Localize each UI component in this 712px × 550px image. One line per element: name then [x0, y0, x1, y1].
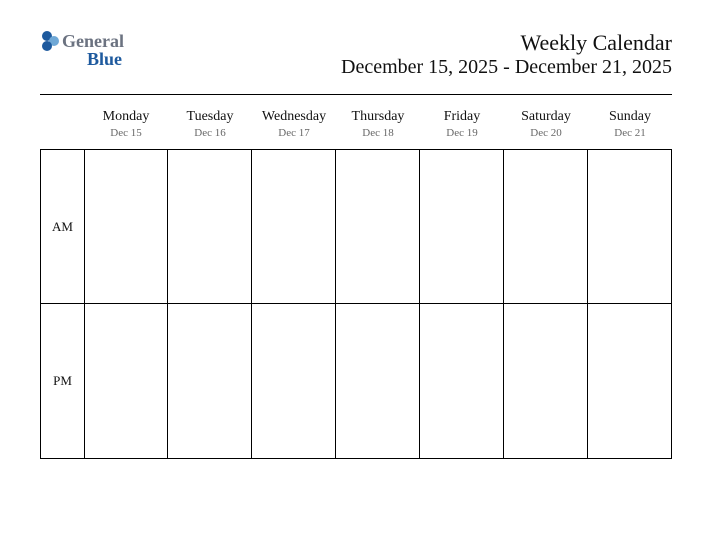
logo-text-top: General — [62, 32, 124, 50]
day-date: Dec 21 — [588, 127, 672, 139]
cell-pm-mon — [84, 304, 168, 459]
day-date: Dec 19 — [420, 127, 504, 139]
cell-pm-sun — [588, 304, 672, 459]
day-name: Sunday — [588, 109, 672, 125]
day-name: Wednesday — [252, 109, 336, 125]
day-name: Thursday — [336, 109, 420, 125]
cell-pm-sat — [504, 304, 588, 459]
col-header-sunday: Sunday Dec 21 — [588, 103, 672, 149]
col-header-friday: Friday Dec 19 — [420, 103, 504, 149]
col-header-tuesday: Tuesday Dec 16 — [168, 103, 252, 149]
divider — [40, 94, 672, 95]
row-label-am: AM — [40, 149, 84, 304]
cell-am-sun — [588, 149, 672, 304]
calendar-grid: Monday Dec 15 Tuesday Dec 16 Wednesday D… — [40, 103, 672, 459]
day-date: Dec 16 — [168, 127, 252, 139]
header: General Blue Weekly Calendar December 15… — [40, 30, 672, 79]
col-header-monday: Monday Dec 15 — [84, 103, 168, 149]
day-name: Monday — [84, 109, 168, 125]
day-name: Tuesday — [168, 109, 252, 125]
date-range: December 15, 2025 - December 21, 2025 — [341, 56, 672, 79]
cell-am-wed — [252, 149, 336, 304]
logo: General Blue — [40, 30, 124, 69]
cell-am-fri — [420, 149, 504, 304]
day-date: Dec 17 — [252, 127, 336, 139]
cell-am-thu — [336, 149, 420, 304]
logo-text-bottom: Blue — [87, 50, 124, 68]
row-label-pm: PM — [40, 304, 84, 459]
cell-pm-fri — [420, 304, 504, 459]
logo-icon — [40, 30, 60, 69]
col-header-saturday: Saturday Dec 20 — [504, 103, 588, 149]
day-date: Dec 15 — [84, 127, 168, 139]
cell-am-sat — [504, 149, 588, 304]
header-spacer — [40, 103, 84, 149]
cell-am-mon — [84, 149, 168, 304]
cell-pm-thu — [336, 304, 420, 459]
title-block: Weekly Calendar December 15, 2025 - Dece… — [341, 30, 672, 79]
day-name: Saturday — [504, 109, 588, 125]
logo-text: General Blue — [62, 32, 124, 68]
day-name: Friday — [420, 109, 504, 125]
col-header-thursday: Thursday Dec 18 — [336, 103, 420, 149]
cell-pm-wed — [252, 304, 336, 459]
cell-pm-tue — [168, 304, 252, 459]
day-date: Dec 20 — [504, 127, 588, 139]
cell-am-tue — [168, 149, 252, 304]
day-date: Dec 18 — [336, 127, 420, 139]
page-title: Weekly Calendar — [341, 30, 672, 56]
col-header-wednesday: Wednesday Dec 17 — [252, 103, 336, 149]
